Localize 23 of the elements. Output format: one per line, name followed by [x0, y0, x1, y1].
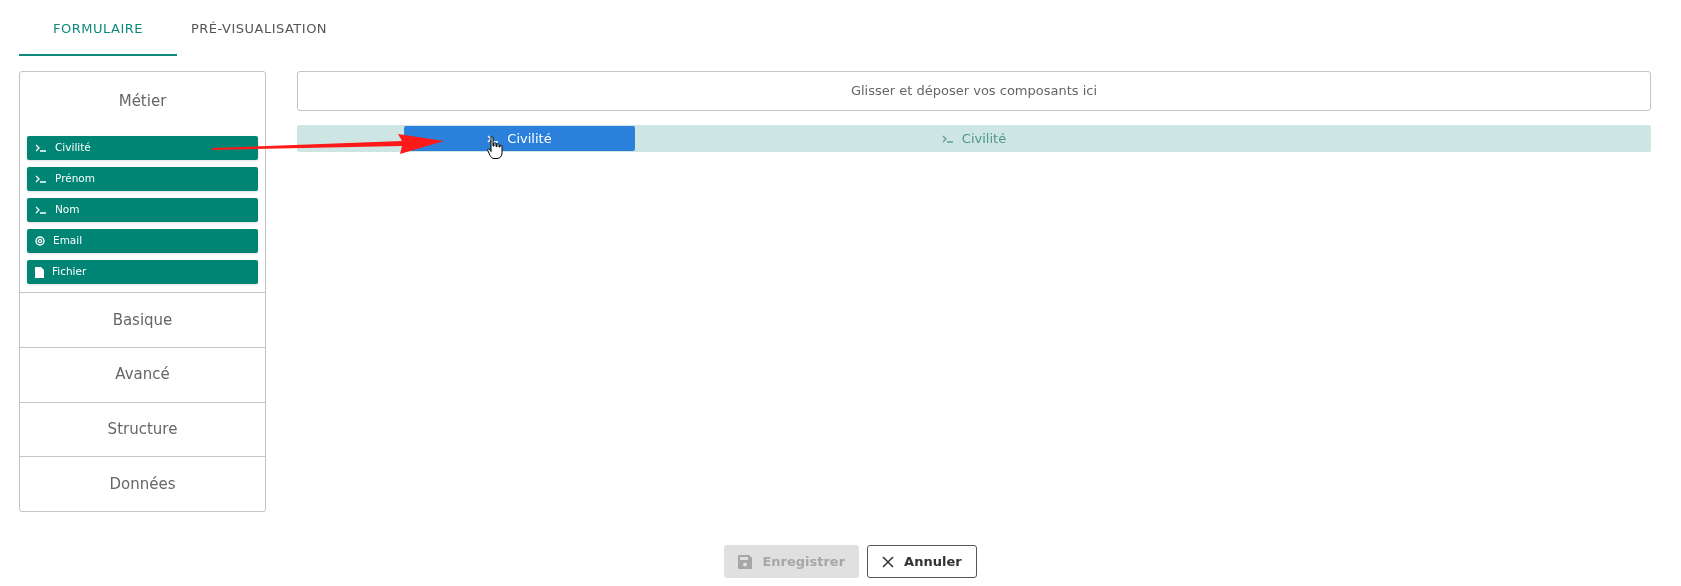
hand-cursor-icon: [487, 136, 503, 160]
drop-zone[interactable]: Glisser et déposer vos composants ici: [297, 71, 1651, 111]
cancel-button[interactable]: Annuler: [867, 545, 977, 578]
section-header[interactable]: Métier: [20, 72, 265, 129]
section-header[interactable]: Avancé: [20, 347, 265, 402]
terminal-icon: [35, 175, 47, 183]
component-chip[interactable]: Fichier: [27, 260, 258, 284]
component-chip[interactable]: Prénom: [27, 167, 258, 191]
file-icon: [35, 266, 44, 278]
terminal-icon: [35, 206, 47, 214]
component-chip[interactable]: Civilité: [27, 136, 258, 160]
component-chip[interactable]: Email: [27, 229, 258, 253]
terminal-icon: [35, 144, 47, 152]
section-header[interactable]: Structure: [20, 402, 265, 457]
preview-label: Civilité: [961, 129, 1007, 148]
component-chip[interactable]: Nom: [27, 198, 258, 222]
terminal-icon: [941, 134, 954, 143]
close-icon: [882, 555, 895, 568]
section-header[interactable]: Données: [20, 457, 265, 511]
section-header[interactable]: Basique: [20, 293, 265, 347]
tab[interactable]: PRÉ-VISUALISATION: [177, 4, 342, 56]
tab[interactable]: FORMULAIRE: [19, 4, 177, 56]
drop-hint: Glisser et déposer vos composants ici: [850, 82, 1098, 101]
